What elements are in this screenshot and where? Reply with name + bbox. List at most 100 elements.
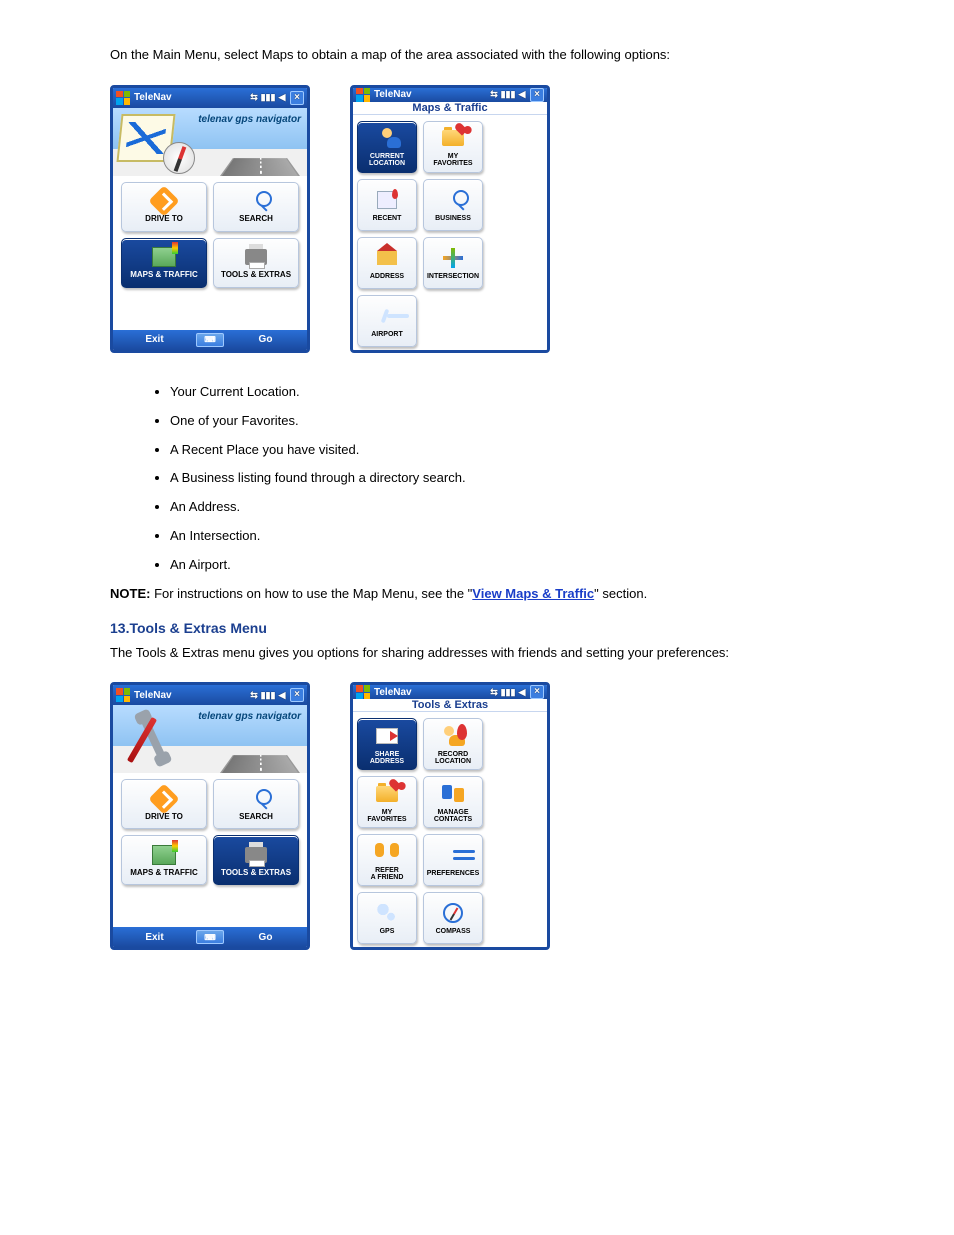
close-icon[interactable]: × (530, 88, 544, 102)
tile-label: MY FAVORITES (433, 153, 472, 167)
signal-icon: ▮▮▮ (502, 686, 514, 698)
phone-maps-submenu: TeleNav ⇆ ▮▮▮ ◀ × Maps & Traffic CURRENT… (350, 85, 550, 353)
tile-my-favorites[interactable]: MY FAVORITES (423, 121, 483, 173)
close-icon[interactable]: × (530, 685, 544, 699)
tile-label: DRIVE TO (145, 215, 183, 223)
mag-icon (440, 188, 466, 212)
tile-manage-contacts[interactable]: MANAGE CONTACTS (423, 776, 483, 828)
tile-drive-to[interactable]: DRIVE TO (121, 779, 207, 829)
sync-icon: ⇆ (248, 92, 260, 104)
start-icon[interactable] (356, 685, 370, 699)
bottom-bar: Exit ⌨ Go (113, 927, 307, 947)
tile-label: MY FAVORITES (367, 809, 406, 823)
screenshot-row-1: TeleNav ⇆ ▮▮▮ ◀ × telenav gps navigator … (110, 85, 874, 353)
exit-button[interactable]: Exit (113, 932, 196, 943)
note: NOTE: For instructions on how to use the… (110, 585, 874, 604)
tile-label: RECENT (373, 215, 402, 222)
tile-label: BUSINESS (435, 215, 471, 222)
mapmark-icon (374, 188, 400, 212)
tile-tools-extras[interactable]: TOOLS & EXTRAS (213, 835, 299, 885)
sync-icon: ⇆ (248, 689, 260, 701)
screen-heading: Maps & Traffic (353, 102, 547, 115)
folder-heart-icon (374, 782, 400, 806)
go-button[interactable]: Go (224, 932, 307, 943)
tile-recent[interactable]: RECENT (357, 179, 417, 231)
volume-icon[interactable]: ◀ (516, 89, 528, 101)
tile-compass[interactable]: COMPASS (423, 892, 483, 944)
tile-search[interactable]: SEARCH (213, 779, 299, 829)
banner: telenav gps navigator (113, 108, 307, 176)
go-button[interactable]: Go (224, 334, 307, 345)
tile-refer-a-friend[interactable]: REFER A FRIEND (357, 834, 417, 886)
start-icon[interactable] (116, 91, 130, 105)
maps-icon (151, 246, 177, 268)
tile-label: TOOLS & EXTRAS (221, 271, 291, 279)
tile-label: AIRPORT (371, 331, 403, 338)
tile-gps[interactable]: GPS (357, 892, 417, 944)
tile-drive-to[interactable]: DRIVE TO (121, 182, 207, 232)
tile-label: SEARCH (239, 813, 273, 821)
view-maps-link[interactable]: View Maps & Traffic (472, 586, 594, 601)
tile-share-address[interactable]: SHARE ADDRESS (357, 718, 417, 770)
tile-record-location[interactable]: RECORD LOCATION (423, 718, 483, 770)
cross-icon (440, 246, 466, 270)
tile-airport[interactable]: AIRPORT (357, 295, 417, 347)
list-item: A Recent Place you have visited. (170, 441, 874, 460)
tile-current-location[interactable]: CURRENT LOCATION (357, 121, 417, 173)
pin-person-icon (440, 724, 466, 748)
tile-label: INTERSECTION (427, 273, 479, 280)
list-item: A Business listing found through a direc… (170, 469, 874, 488)
bullet-list-maps: Your Current Location.One of your Favori… (170, 383, 874, 575)
tile-address[interactable]: ADDRESS (357, 237, 417, 289)
app-title: TeleNav (374, 89, 412, 100)
tile-label: SEARCH (239, 215, 273, 223)
keyboard-icon[interactable]: ⌨ (196, 930, 224, 944)
close-icon[interactable]: × (290, 688, 304, 702)
note-body: For instructions on how to use the Map M… (150, 586, 472, 601)
bottom-bar: Exit ⌨ Go (113, 330, 307, 350)
volume-icon[interactable]: ◀ (276, 689, 288, 701)
keyboard-icon[interactable]: ⌨ (196, 333, 224, 347)
note-prefix: NOTE: (110, 586, 150, 601)
title-bar: TeleNav ⇆ ▮▮▮ ◀ × (353, 88, 547, 102)
tile-maps-traffic[interactable]: MAPS & TRAFFIC (121, 238, 207, 288)
tile-label: MANAGE CONTACTS (434, 809, 472, 823)
tile-preferences[interactable]: PREFERENCES (423, 834, 483, 886)
start-icon[interactable] (116, 688, 130, 702)
sync-icon: ⇆ (488, 89, 500, 101)
exit-button[interactable]: Exit (113, 334, 196, 345)
printer-icon (243, 246, 269, 268)
friends-icon (374, 840, 400, 864)
tile-tools-extras[interactable]: TOOLS & EXTRAS (213, 238, 299, 288)
tile-grid: DRIVE TO SEARCH MAPS & TRAFFICTOOLS & EXTR… (113, 773, 307, 927)
intro-text: On the Main Menu, select Maps to obtain … (110, 46, 874, 65)
screenshot-row-2: TeleNav ⇆ ▮▮▮ ◀ × telenav gps navigator … (110, 682, 874, 950)
tools-intro: The Tools & Extras menu gives you option… (110, 644, 874, 663)
tile-grid: CURRENT LOCATION MY FAVORITES RECENT BUSINE… (353, 115, 547, 353)
arrow-icon (151, 788, 177, 810)
list-item: An Address. (170, 498, 874, 517)
tile-label: REFER A FRIEND (371, 867, 404, 881)
close-icon[interactable]: × (290, 91, 304, 105)
app-title: TeleNav (374, 687, 412, 698)
tile-label: CURRENT LOCATION (369, 153, 405, 167)
compass-illustration (163, 142, 195, 174)
mag-icon (243, 190, 269, 212)
signal-icon: ▮▮▮ (262, 92, 274, 104)
volume-icon[interactable]: ◀ (516, 686, 528, 698)
phone-main-maps: TeleNav ⇆ ▮▮▮ ◀ × telenav gps navigator … (110, 85, 310, 353)
start-icon[interactable] (356, 88, 370, 102)
brand-text: telenav gps navigator (198, 711, 301, 722)
screen-heading: Tools & Extras (353, 699, 547, 712)
prefs-icon (440, 843, 466, 867)
tile-business[interactable]: BUSINESS (423, 179, 483, 231)
signal-icon: ▮▮▮ (262, 689, 274, 701)
tile-intersection[interactable]: INTERSECTION (423, 237, 483, 289)
volume-icon[interactable]: ◀ (276, 92, 288, 104)
list-item: One of your Favorites. (170, 412, 874, 431)
signal-icon: ▮▮▮ (502, 89, 514, 101)
tile-maps-traffic[interactable]: MAPS & TRAFFIC (121, 835, 207, 885)
tile-my-favorites[interactable]: MY FAVORITES (357, 776, 417, 828)
tile-search[interactable]: SEARCH (213, 182, 299, 232)
folder-heart-icon (440, 126, 466, 150)
